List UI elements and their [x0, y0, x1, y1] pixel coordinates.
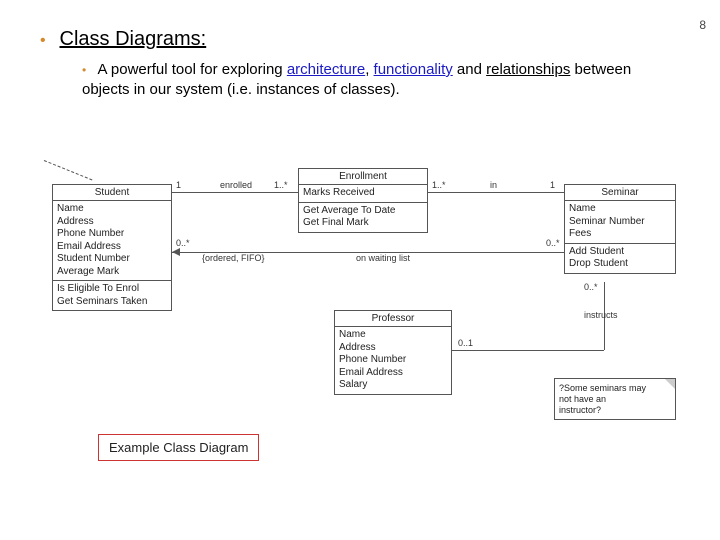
uml-seminar-ops: Add Student Drop Student [565, 244, 675, 273]
uml-enrollment: Enrollment Marks Received Get Average To… [298, 168, 428, 233]
assoc-in-mult-l: 1..* [432, 180, 446, 190]
assoc-wait-arrow-icon [172, 248, 180, 256]
uml-student: Student Name Address Phone Number Email … [52, 184, 172, 311]
assoc-wait-mult-l: 0..* [176, 238, 190, 248]
class-diagram: Student Name Address Phone Number Email … [44, 160, 684, 470]
heading-text: Class Diagrams: [60, 28, 207, 50]
uml-enrollment-attrs: Marks Received [299, 185, 427, 203]
assoc-wait-mult-r: 0..* [546, 238, 560, 248]
uml-student-title: Student [53, 185, 171, 201]
assoc-wait-label: on waiting list [356, 253, 410, 263]
assoc-instructs-label: instructs [584, 310, 618, 320]
uml-enrollment-ops: Get Average To Date Get Final Mark [299, 203, 427, 232]
uml-seminar-title: Seminar [565, 185, 675, 201]
word-relationships: relationships [486, 61, 570, 78]
sub-bullet: • A powerful tool for exploring architec… [82, 60, 642, 101]
word-functionality: functionality [374, 61, 453, 78]
sub-bullet-text: A powerful tool for exploring architectu… [82, 61, 631, 98]
uml-enrollment-title: Enrollment [299, 169, 427, 185]
assoc-in-line [428, 192, 564, 193]
uml-seminar: Seminar Name Seminar Number Fees Add Stu… [564, 184, 676, 274]
main-bullet: • Class Diagrams: [40, 28, 206, 51]
sub-prefix: A powerful tool for exploring [98, 61, 287, 78]
diagram-caption: Example Class Diagram [98, 434, 259, 461]
assoc-wait-sorted: {ordered, FIFO} [202, 253, 265, 263]
note-anchor-line [44, 160, 93, 180]
diagram-caption-text: Example Class Diagram [109, 440, 248, 455]
uml-note-text: ?Some seminars may not have an instructo… [559, 383, 646, 415]
word-architecture: architecture [287, 61, 365, 78]
assoc-enrolled-mult-l: 1 [176, 180, 181, 190]
uml-student-ops: Is Eligible To Enrol Get Seminars Taken [53, 281, 171, 310]
bullet-dot: • [40, 32, 46, 49]
assoc-instructs-h [452, 350, 604, 351]
uml-seminar-attrs: Name Seminar Number Fees [565, 201, 675, 244]
uml-professor: Professor Name Address Phone Number Emai… [334, 310, 452, 395]
page-number: 8 [699, 18, 706, 32]
uml-student-attrs: Name Address Phone Number Email Address … [53, 201, 171, 281]
note-corner-icon [665, 379, 675, 389]
assoc-enrolled-line [172, 192, 298, 193]
assoc-in-label: in [490, 180, 497, 190]
assoc-enrolled-label: enrolled [220, 180, 252, 190]
sub-sep1: , [365, 61, 373, 78]
uml-professor-attrs: Name Address Phone Number Email Address … [335, 327, 451, 394]
assoc-instructs-mult-l: 0..1 [458, 338, 473, 348]
uml-professor-title: Professor [335, 311, 451, 327]
assoc-in-mult-r: 1 [550, 180, 555, 190]
assoc-enrolled-mult-r: 1..* [274, 180, 288, 190]
uml-note: ?Some seminars may not have an instructo… [554, 378, 676, 420]
sub-bullet-dot: • [82, 63, 86, 77]
assoc-instructs-mult-r: 0..* [584, 282, 598, 292]
sub-mid: and [453, 61, 486, 78]
